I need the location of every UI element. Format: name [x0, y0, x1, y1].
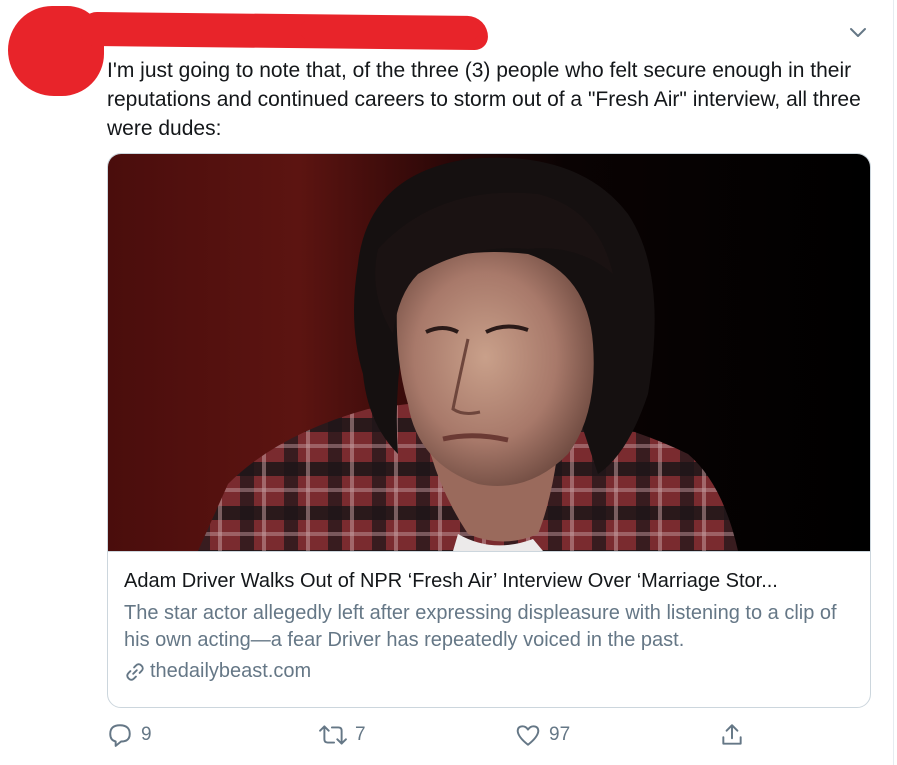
card-domain: thedailybeast.com — [124, 660, 854, 683]
tweet-menu-button[interactable] — [845, 20, 871, 44]
card-image — [108, 154, 870, 551]
tweet-text: I'm just going to note that, of the thre… — [107, 59, 861, 140]
tweet-actions: 9 7 97 — [107, 722, 867, 754]
card-description: The star actor allegedly left after expr… — [124, 602, 837, 651]
chevron-down-icon — [850, 28, 866, 37]
retweet-count: 7 — [355, 724, 366, 745]
reply-button[interactable]: 9 — [107, 722, 152, 748]
card-title: Adam Driver Walks Out of NPR ‘Fresh Air’… — [124, 570, 778, 592]
card-body: Adam Driver Walks Out of NPR ‘Fresh Air’… — [108, 551, 870, 707]
redacted-username-overlay — [300, 20, 480, 40]
like-count: 97 — [549, 724, 571, 745]
retweet-button[interactable]: 7 — [319, 722, 366, 748]
reply-count: 9 — [141, 724, 152, 745]
link-card[interactable]: Adam Driver Walks Out of NPR ‘Fresh Air’… — [107, 153, 871, 708]
tweet: I'm just going to note that, of the thre… — [0, 0, 897, 765]
retweet-icon — [319, 725, 347, 745]
like-button[interactable]: 97 — [515, 722, 570, 748]
card-domain-text: thedailybeast.com — [150, 660, 312, 682]
heart-icon — [516, 725, 540, 746]
share-button[interactable] — [719, 722, 745, 748]
link-icon — [126, 662, 144, 681]
reply-icon — [109, 724, 131, 747]
share-icon — [722, 724, 742, 745]
timeline-divider — [893, 0, 894, 765]
